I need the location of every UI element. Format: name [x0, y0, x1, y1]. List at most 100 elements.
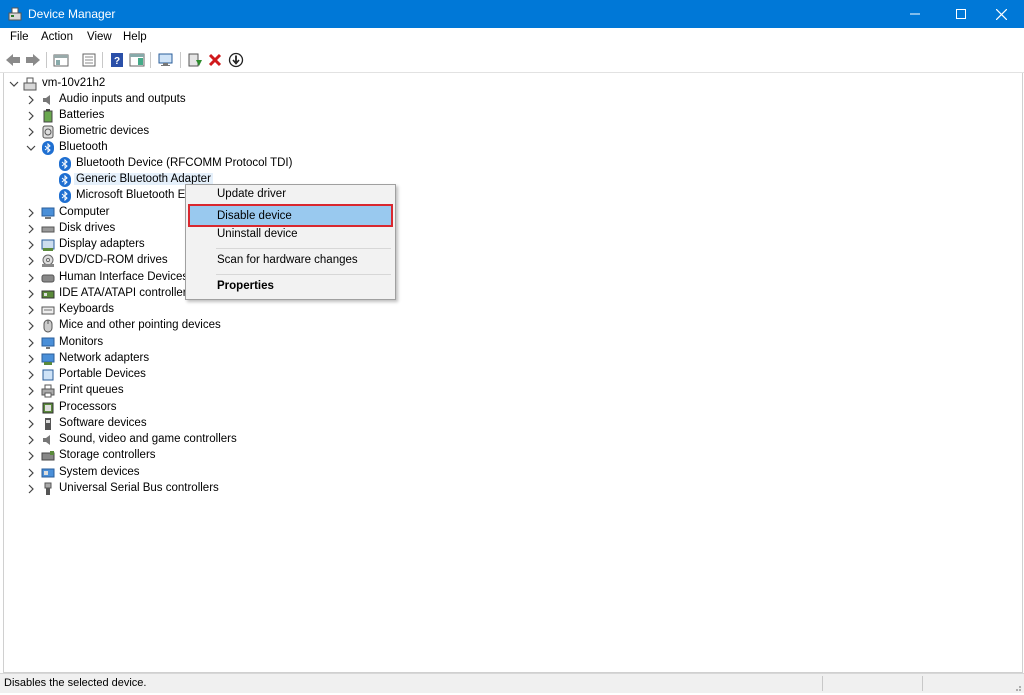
chevron-right-icon[interactable]: [26, 127, 36, 137]
computer-root-icon: [23, 77, 37, 91]
tree-item-label: Monitors: [59, 336, 104, 348]
tree-child-microsoft-bluetooth[interactable]: Microsoft Bluetooth En: [4, 188, 1022, 204]
tree-item-label: Bluetooth: [59, 141, 108, 153]
device-tree: vm-10v21h2 Audio inputs and outputs Batt…: [3, 73, 1023, 673]
tree-item-label: Computer: [59, 206, 110, 218]
menu-item-uninstall-device[interactable]: Uninstall device: [188, 225, 393, 245]
tree-item-network-adapters[interactable]: Network adapters: [4, 351, 1022, 367]
tree-item-portable-devices[interactable]: Portable Devices: [4, 367, 1022, 383]
chevron-right-icon[interactable]: [26, 256, 36, 266]
toolbar-separator: [102, 52, 103, 68]
resize-grip-icon[interactable]: [1012, 682, 1022, 692]
tree-item-computer[interactable]: Computer: [4, 205, 1022, 221]
tree-item-bluetooth[interactable]: Bluetooth: [4, 140, 1022, 156]
tree-child-bluetooth-rfcomm[interactable]: Bluetooth Device (RFCOMM Protocol TDI): [4, 156, 1022, 172]
chevron-right-icon[interactable]: [26, 354, 36, 364]
chevron-right-icon[interactable]: [26, 386, 36, 396]
tree-item-label: Print queues: [59, 384, 124, 396]
back-icon[interactable]: [4, 51, 22, 69]
show-hide-console-tree-icon[interactable]: [80, 51, 98, 69]
tree-child-generic-bluetooth-adapter[interactable]: Generic Bluetooth Adapter: [4, 172, 1022, 188]
menu-view[interactable]: View: [87, 31, 112, 43]
chevron-right-icon[interactable]: [26, 370, 36, 380]
tree-root[interactable]: vm-10v21h2: [4, 76, 1022, 92]
menu-item-label: Scan for hardware changes: [217, 254, 358, 266]
tree-item-dvd[interactable]: DVD/CD-ROM drives: [4, 253, 1022, 269]
display-adapter-icon: [41, 238, 55, 252]
chevron-down-icon[interactable]: [26, 143, 36, 153]
usb-icon: [41, 482, 55, 496]
tree-item-display-adapters[interactable]: Display adapters: [4, 237, 1022, 253]
chevron-right-icon[interactable]: [26, 468, 36, 478]
tree-item-processors[interactable]: Processors: [4, 400, 1022, 416]
tree-item-ide[interactable]: IDE ATA/ATAPI controllers: [4, 286, 1022, 302]
tree-item-storage-controllers[interactable]: Storage controllers: [4, 448, 1022, 464]
chevron-right-icon[interactable]: [26, 419, 36, 429]
ide-controller-icon: [41, 287, 55, 301]
tree-item-keyboards[interactable]: Keyboards: [4, 302, 1022, 318]
chevron-right-icon[interactable]: [26, 321, 36, 331]
tree-item-system-devices[interactable]: System devices: [4, 465, 1022, 481]
close-button[interactable]: [978, 0, 1024, 28]
tree-item-label: Network adapters: [59, 352, 150, 364]
help-icon[interactable]: ?: [108, 51, 126, 69]
tree-item-mice[interactable]: Mice and other pointing devices: [4, 318, 1022, 334]
tree-item-label: Keyboards: [59, 303, 114, 315]
chevron-right-icon[interactable]: [26, 111, 36, 121]
forward-icon[interactable]: [24, 51, 42, 69]
chevron-right-icon[interactable]: [26, 224, 36, 234]
tree-item-label: Audio inputs and outputs: [59, 93, 186, 105]
status-pane-divider: [822, 676, 823, 691]
tree-item-batteries[interactable]: Batteries: [4, 108, 1022, 124]
chevron-right-icon[interactable]: [26, 289, 36, 299]
tree-item-software-devices[interactable]: Software devices: [4, 416, 1022, 432]
minimize-button[interactable]: [892, 0, 938, 28]
menu-item-update-driver[interactable]: Update driver: [188, 185, 393, 205]
tree-item-label: DVD/CD-ROM drives: [59, 254, 168, 266]
chevron-right-icon[interactable]: [26, 435, 36, 445]
tree-root-label: vm-10v21h2: [42, 77, 106, 89]
chevron-right-icon[interactable]: [26, 95, 36, 105]
dvd-drive-icon: [41, 254, 55, 268]
status-pane-divider: [922, 676, 923, 691]
chevron-right-icon[interactable]: [26, 273, 36, 283]
tree-item-biometric[interactable]: Biometric devices: [4, 124, 1022, 140]
uninstall-icon[interactable]: [206, 51, 224, 69]
update-driver-icon[interactable]: [186, 51, 204, 69]
tree-item-label: Human Interface Devices: [59, 271, 189, 283]
scan-hardware-icon[interactable]: [157, 51, 175, 69]
disable-device-icon[interactable]: [227, 51, 245, 69]
menu-item-label: Update driver: [217, 188, 287, 200]
chevron-right-icon[interactable]: [26, 208, 36, 218]
tree-item-sound-controllers[interactable]: Sound, video and game controllers: [4, 432, 1022, 448]
menu-file[interactable]: File: [10, 31, 29, 43]
bluetooth-icon: [58, 157, 72, 171]
svg-text:?: ?: [114, 56, 120, 67]
tree-item-audio[interactable]: Audio inputs and outputs: [4, 92, 1022, 108]
tree-item-disk-drives[interactable]: Disk drives: [4, 221, 1022, 237]
chevron-right-icon[interactable]: [26, 451, 36, 461]
tree-item-usb[interactable]: Universal Serial Bus controllers: [4, 481, 1022, 497]
menu-divider: [216, 274, 391, 275]
menu-item-properties[interactable]: Properties: [188, 277, 393, 297]
menu-help[interactable]: Help: [123, 31, 147, 43]
bluetooth-icon: [41, 141, 55, 155]
menu-bar: File Action View Help: [0, 28, 1024, 48]
tree-item-print-queues[interactable]: Print queues: [4, 383, 1022, 399]
chevron-right-icon[interactable]: [26, 484, 36, 494]
action-pane-icon[interactable]: [128, 51, 146, 69]
menu-item-scan-hardware[interactable]: Scan for hardware changes: [188, 251, 393, 271]
chevron-right-icon[interactable]: [26, 305, 36, 315]
menu-item-disable-device[interactable]: Disable device: [188, 204, 393, 227]
chevron-right-icon[interactable]: [26, 403, 36, 413]
chevron-down-icon[interactable]: [9, 79, 19, 89]
properties-sheet-icon[interactable]: [52, 51, 70, 69]
tree-item-hid[interactable]: Human Interface Devices: [4, 270, 1022, 286]
minimize-icon: [910, 13, 920, 15]
chevron-right-icon[interactable]: [26, 338, 36, 348]
menu-action[interactable]: Action: [41, 31, 73, 43]
speaker-icon: [41, 93, 55, 107]
tree-item-monitors[interactable]: Monitors: [4, 335, 1022, 351]
title-bar: Device Manager: [0, 0, 1024, 28]
chevron-right-icon[interactable]: [26, 240, 36, 250]
